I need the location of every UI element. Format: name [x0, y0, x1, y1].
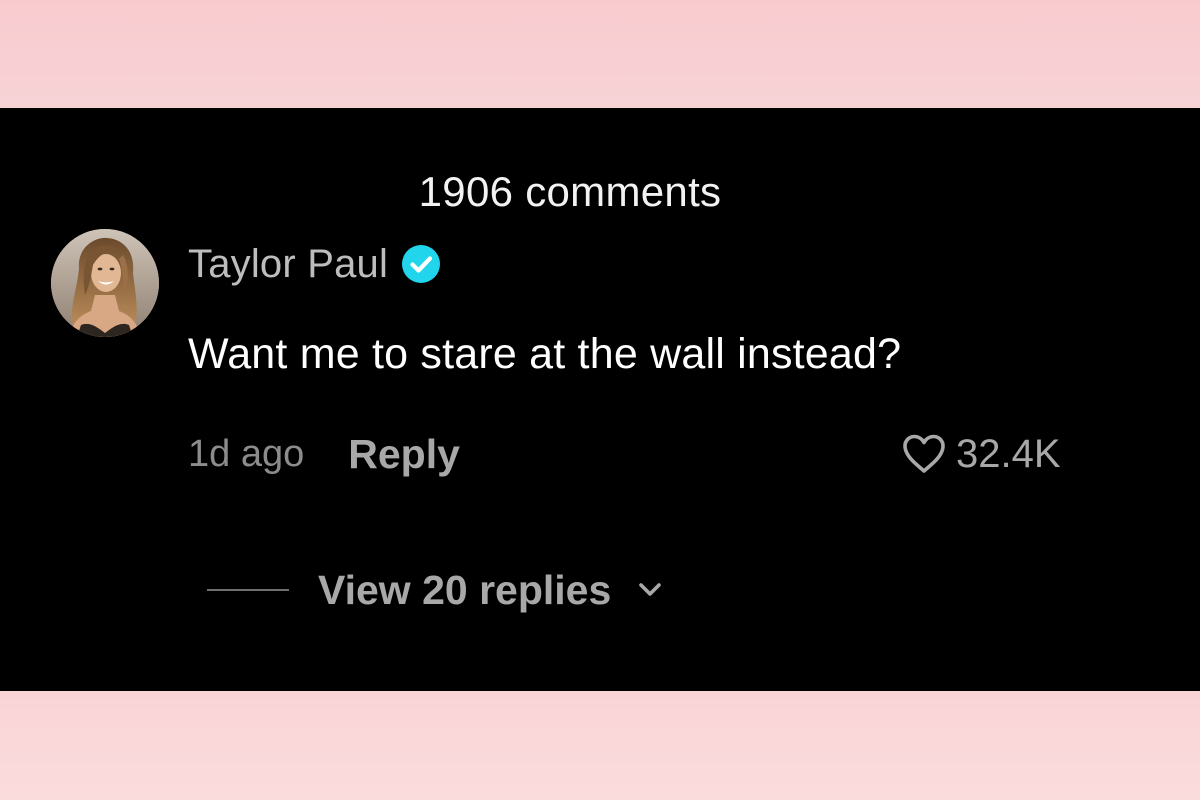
avatar-photo [51, 229, 159, 337]
view-replies-button[interactable]: View 20 replies [207, 562, 667, 618]
reply-button[interactable]: Reply [348, 431, 460, 478]
top-background-band [0, 0, 1200, 108]
comment-meta-row: 1d ago Reply [188, 424, 460, 484]
avatar[interactable] [51, 229, 159, 337]
comment-text: Want me to stare at the wall instead? [188, 330, 902, 378]
comment-timestamp: 1d ago [188, 432, 305, 475]
comment-author-name[interactable]: Taylor Paul [188, 242, 388, 287]
like-button[interactable]: 32.4K [900, 424, 1061, 484]
chevron-down-icon[interactable] [633, 573, 667, 607]
verified-check-icon [400, 243, 442, 285]
heart-outline-icon[interactable] [900, 432, 948, 476]
comments-panel: 1906 comments Taylor Paul Want me to sta… [0, 108, 1200, 691]
bottom-background-band [0, 691, 1200, 800]
comment-author-row: Taylor Paul [188, 236, 442, 292]
like-count: 32.4K [956, 431, 1061, 476]
page: 1906 comments Taylor Paul Want me to sta… [0, 0, 1200, 800]
view-replies-label[interactable]: View 20 replies [318, 567, 611, 614]
comments-count-title: 1906 comments [418, 168, 722, 215]
replies-divider-line [207, 589, 289, 591]
